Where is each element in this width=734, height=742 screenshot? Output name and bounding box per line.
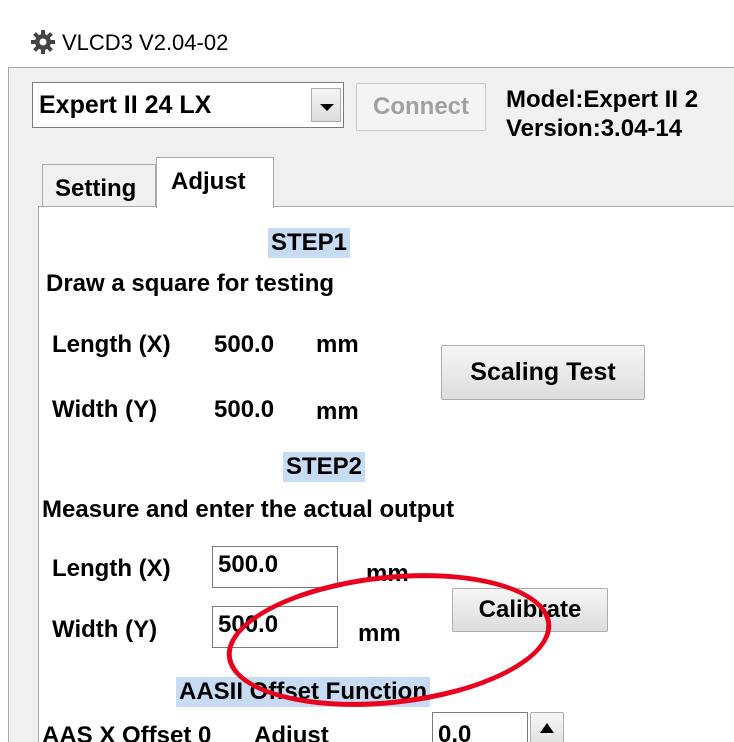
step2-width-label: Width (Y): [52, 616, 158, 643]
device-select[interactable]: Expert II 24 LX: [32, 82, 344, 128]
step1-instruction: Draw a square for testing: [46, 270, 335, 297]
step2-length-label: Length (X): [52, 555, 171, 582]
step2-length-input[interactable]: 500.0: [212, 546, 338, 588]
scaling-test-button[interactable]: Scaling Test: [441, 345, 645, 400]
step2-heading: STEP2: [283, 452, 366, 482]
step1-width-unit: mm: [316, 398, 359, 425]
tab-adjust[interactable]: Adjust: [156, 157, 274, 208]
offset-row: AAS X Offset 0 Adjust: [42, 722, 329, 742]
device-select-value: Expert II 24 LX: [39, 91, 212, 119]
step1-length-value: 500.0: [214, 331, 275, 359]
version-text: Version:3.04-14: [506, 115, 683, 142]
step1-length-unit: mm: [316, 331, 359, 358]
step2-instruction: Measure and enter the actual output: [42, 496, 455, 523]
chevron-up-icon: [540, 723, 554, 733]
app-window: VLCD3 V2.04-02 Expert II 24 LX Connect M…: [0, 0, 734, 742]
offset-adjust-label: Adjust: [254, 722, 329, 742]
chevron-down-icon[interactable]: [311, 88, 341, 122]
offset-x-label: AAS X Offset 0: [42, 722, 212, 742]
spinner-up-button[interactable]: [530, 712, 564, 742]
step1-width-label: Width (Y): [52, 396, 158, 423]
offset-adjust-input[interactable]: 0.0: [432, 712, 528, 742]
step1-heading: STEP1: [268, 228, 351, 258]
window-title: VLCD3 V2.04-02: [62, 30, 229, 55]
model-text: Model:Expert II 2: [506, 86, 699, 113]
device-info: Model:Expert II 2 Version:3.04-14: [506, 85, 698, 143]
title-bar: VLCD3 V2.04-02: [0, 0, 734, 67]
step1-length-label: Length (X): [52, 331, 171, 358]
tab-setting[interactable]: Setting: [42, 164, 156, 206]
step1-width-value: 500.0: [214, 396, 275, 424]
tab-strip-line: [38, 206, 734, 207]
gear-icon: [31, 30, 55, 54]
connect-button[interactable]: Connect: [356, 83, 486, 131]
